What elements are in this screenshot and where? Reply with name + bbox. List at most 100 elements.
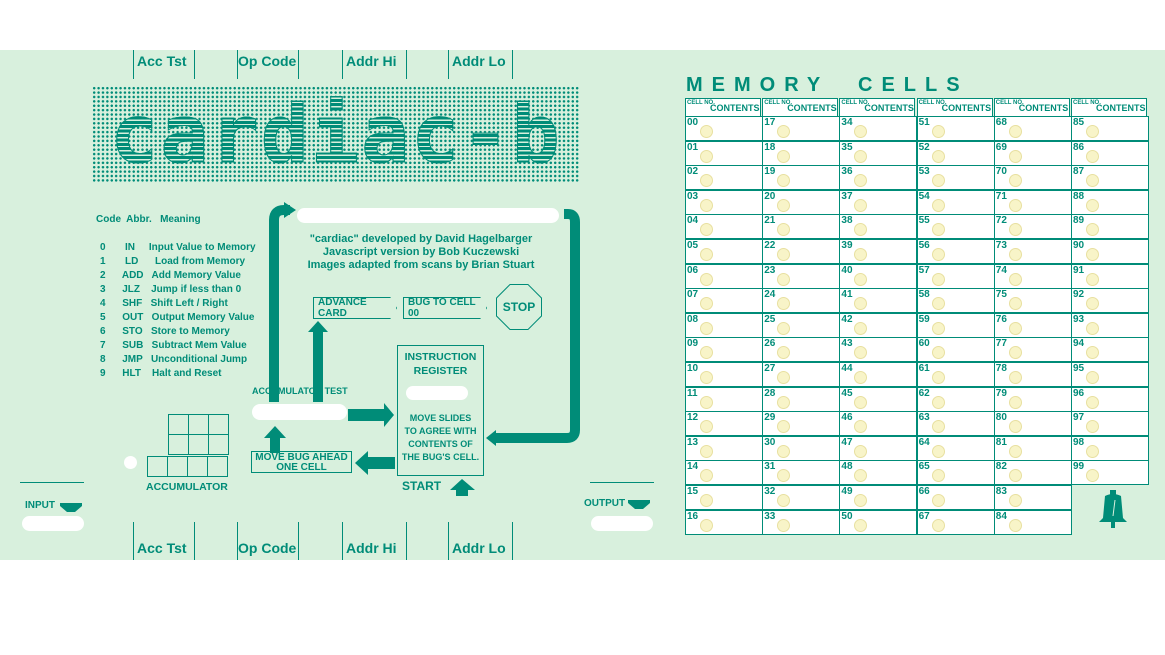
memory-cell-slot[interactable] — [777, 223, 791, 237]
memory-cell[interactable]: 76 — [993, 312, 1072, 338]
memory-cell[interactable]: 57 — [916, 263, 995, 289]
memory-cell-slot[interactable] — [854, 494, 868, 507]
memory-cell[interactable]: 12 — [685, 411, 763, 437]
memory-cell[interactable]: 41 — [839, 288, 918, 314]
memory-cell[interactable]: 85 — [1071, 116, 1149, 141]
memory-cell[interactable]: 75 — [993, 288, 1072, 314]
memory-cell-slot[interactable] — [777, 420, 791, 434]
memory-cell[interactable]: 69 — [993, 140, 1072, 166]
memory-cell[interactable]: 83 — [993, 485, 1072, 510]
memory-cell-slot[interactable] — [700, 297, 713, 311]
memory-cell-slot[interactable] — [931, 395, 945, 409]
memory-cell[interactable]: 78 — [993, 362, 1072, 387]
memory-cell-slot[interactable] — [700, 395, 713, 409]
memory-cell-slot[interactable] — [854, 297, 868, 311]
memory-cell-slot[interactable] — [777, 371, 791, 384]
memory-cell[interactable]: 94 — [1071, 337, 1149, 363]
memory-cell[interactable]: 74 — [993, 263, 1072, 289]
memory-cell[interactable]: 29 — [762, 411, 841, 437]
memory-cell[interactable]: 81 — [993, 435, 1072, 461]
memory-cell[interactable]: 15 — [685, 485, 763, 510]
memory-cell-slot[interactable] — [700, 174, 713, 188]
memory-cell[interactable]: 07 — [685, 288, 763, 314]
memory-cell[interactable]: 50 — [839, 509, 918, 535]
memory-cell[interactable]: 19 — [762, 165, 841, 191]
memory-cell-slot[interactable] — [1086, 444, 1099, 458]
memory-cell[interactable]: 93 — [1071, 312, 1149, 338]
memory-cell-slot[interactable] — [854, 420, 868, 434]
memory-cell[interactable]: 60 — [916, 337, 995, 363]
accumulator-sign[interactable] — [124, 456, 137, 469]
memory-cell-slot[interactable] — [1086, 272, 1099, 286]
memory-cell-slot[interactable] — [1086, 248, 1099, 261]
memory-cell-slot[interactable] — [1008, 518, 1022, 532]
memory-cell-slot[interactable] — [700, 198, 713, 212]
memory-cell[interactable]: 64 — [916, 435, 995, 461]
memory-cell[interactable]: 87 — [1071, 165, 1149, 191]
memory-cell[interactable]: 61 — [916, 362, 995, 387]
memory-cell-slot[interactable] — [1008, 297, 1022, 311]
memory-cell[interactable]: 89 — [1071, 214, 1149, 240]
memory-cell[interactable]: 67 — [916, 509, 995, 535]
memory-cell-slot[interactable] — [1086, 395, 1099, 409]
memory-cell[interactable]: 26 — [762, 337, 841, 363]
memory-cell[interactable]: 06 — [685, 263, 763, 289]
memory-cell-slot[interactable] — [1086, 125, 1099, 138]
memory-cell[interactable]: 20 — [762, 189, 841, 215]
memory-cell-slot[interactable] — [700, 149, 713, 163]
memory-cell[interactable]: 31 — [762, 460, 841, 486]
memory-cell-slot[interactable] — [931, 518, 945, 532]
memory-cell[interactable]: 17 — [762, 116, 841, 141]
memory-cell[interactable]: 82 — [993, 460, 1072, 486]
memory-cell-slot[interactable] — [931, 297, 945, 311]
memory-cell[interactable]: 91 — [1071, 263, 1149, 289]
memory-cell-slot[interactable] — [931, 223, 945, 237]
memory-cell[interactable]: 98 — [1071, 435, 1149, 461]
memory-cell-slot[interactable] — [1008, 371, 1022, 384]
memory-cell-slot[interactable] — [700, 494, 713, 507]
memory-cell-slot[interactable] — [931, 346, 945, 360]
memory-cell[interactable]: 03 — [685, 189, 763, 215]
memory-cell[interactable]: 45 — [839, 386, 918, 412]
memory-cell-slot[interactable] — [777, 272, 791, 286]
memory-cell-slot[interactable] — [1008, 346, 1022, 360]
memory-cell[interactable]: 92 — [1071, 288, 1149, 314]
memory-cell-slot[interactable] — [1008, 444, 1022, 458]
output-slot[interactable] — [591, 516, 653, 531]
memory-cell-slot[interactable] — [777, 297, 791, 311]
memory-cell[interactable]: 11 — [685, 386, 763, 412]
move-bug-button[interactable]: MOVE BUG AHEAD ONE CELL — [251, 451, 352, 473]
memory-cell-slot[interactable] — [1008, 125, 1022, 138]
memory-cell[interactable]: 73 — [993, 239, 1072, 264]
memory-cell[interactable]: 35 — [839, 140, 918, 166]
memory-cell-slot[interactable] — [931, 174, 945, 188]
memory-cell[interactable]: 27 — [762, 362, 841, 387]
memory-cell[interactable]: 00 — [685, 116, 763, 141]
memory-cell-slot[interactable] — [777, 174, 791, 188]
memory-cell[interactable]: 30 — [762, 435, 841, 461]
memory-cell[interactable]: 97 — [1071, 411, 1149, 437]
memory-cell-slot[interactable] — [1086, 469, 1099, 483]
memory-cell-slot[interactable] — [854, 248, 868, 261]
memory-cell-slot[interactable] — [854, 125, 868, 138]
memory-cell-slot[interactable] — [854, 444, 868, 458]
memory-cell[interactable]: 59 — [916, 312, 995, 338]
memory-cell[interactable]: 58 — [916, 288, 995, 314]
memory-cell-slot[interactable] — [700, 420, 713, 434]
memory-cell[interactable]: 33 — [762, 509, 841, 535]
memory-cell[interactable]: 04 — [685, 214, 763, 240]
memory-cell[interactable]: 84 — [993, 509, 1072, 535]
memory-cell[interactable]: 48 — [839, 460, 918, 486]
memory-cell-slot[interactable] — [1086, 371, 1099, 384]
memory-cell[interactable]: 39 — [839, 239, 918, 264]
memory-cell-slot[interactable] — [931, 272, 945, 286]
memory-cell[interactable]: 96 — [1071, 386, 1149, 412]
memory-cell-slot[interactable] — [700, 444, 713, 458]
memory-cell-slot[interactable] — [1008, 469, 1022, 483]
memory-cell[interactable]: 99 — [1071, 460, 1149, 486]
memory-cell-slot[interactable] — [1008, 420, 1022, 434]
memory-cell-slot[interactable] — [854, 346, 868, 360]
memory-cell[interactable]: 25 — [762, 312, 841, 338]
memory-cell-slot[interactable] — [1086, 346, 1099, 360]
memory-cell-slot[interactable] — [931, 494, 945, 507]
